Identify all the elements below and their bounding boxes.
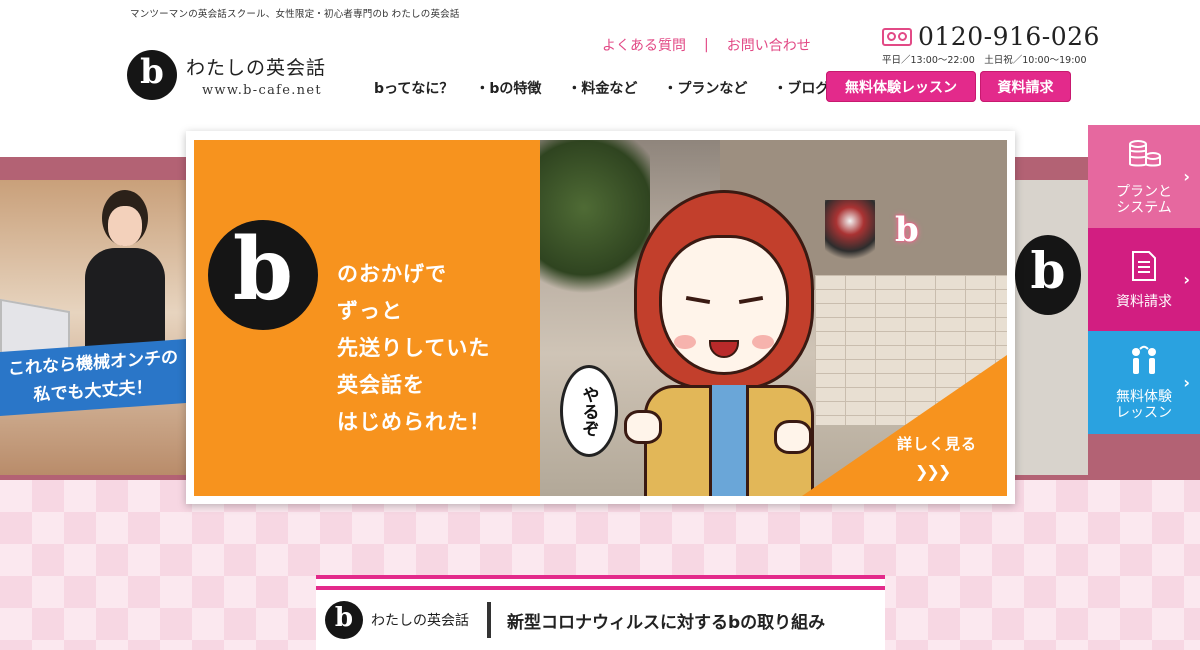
hero-slide[interactable]: b のおかげで ずっと 先送りしていた 英会話を はじめられた！ b やるぞ 詳… [186, 131, 1015, 504]
speech-bubble: やるぞ [560, 365, 618, 457]
side-menu-docs-label: 資料請求 [1116, 293, 1172, 310]
document-icon [1130, 250, 1158, 288]
notice-divider [487, 602, 491, 638]
side-menu-plans-label: プランと システム [1116, 183, 1172, 216]
cartoon-character [624, 180, 824, 496]
neon-sign: b [895, 210, 919, 250]
nav-item-pricing[interactable]: ・料金など [567, 78, 637, 98]
request-docs-button[interactable]: 資料請求 [980, 71, 1071, 102]
utility-links: よくある質問 | お問い合わせ [602, 35, 811, 55]
freedial-icon [882, 27, 912, 46]
chevron-right-icon: › [1183, 373, 1190, 392]
main-nav: bってなに？ ・bの特徴 ・料金など ・プランなど ・ブログ [374, 78, 855, 98]
tagline: マンツーマンの英会話スクール、女性限定・初心者専門のb わたしの英会話 [130, 9, 460, 20]
free-trial-button[interactable]: 無料体験レッスン [826, 71, 976, 102]
logo-name: わたしの英会話 [186, 56, 327, 79]
flower-vase [825, 200, 875, 270]
side-menu-plans[interactable]: プランと システム › [1088, 125, 1200, 228]
chevrons-right-icon: ❯❯❯ [915, 462, 951, 481]
notice-banner[interactable]: b わたしの英会話 新型コロナウィルスに対するbの取り組み [316, 575, 885, 650]
side-menu: プランと システム › 資料請求 › 無料体験 レッスン › [1088, 125, 1200, 434]
hero-copy: のおかげで ずっと 先送りしていた 英会話を はじめられた！ [337, 262, 491, 434]
nav-item-blog[interactable]: ・ブログ [773, 78, 829, 98]
phone-number[interactable]: 0120-916-026 [918, 22, 1100, 51]
next-slide-logo-mark: b [1015, 235, 1081, 315]
see-more-link[interactable]: 詳しく見る [897, 433, 977, 454]
side-menu-trial-label: 無料体験 レッスン [1116, 388, 1172, 421]
notice-logo-mark: b [325, 601, 363, 639]
notice-title[interactable]: 新型コロナウィルスに対するbの取り組み [507, 608, 825, 633]
logo-url: www.b-cafe.net [202, 82, 322, 98]
nav-item-about[interactable]: bってなに？ [374, 78, 453, 98]
people-icon [1126, 345, 1162, 383]
side-menu-docs[interactable]: 資料請求 › [1088, 228, 1200, 331]
slide-next-preview[interactable]: b [1015, 180, 1088, 475]
contact-link[interactable]: お問い合わせ [727, 35, 811, 55]
instructor-photo [80, 190, 170, 368]
phone-hours: 平日／13:00～22:00 土日祝／10:00～19:00 [882, 55, 1087, 66]
nav-item-plans[interactable]: ・プランなど [663, 78, 747, 98]
side-menu-trial[interactable]: 無料体験 レッスン › [1088, 331, 1200, 434]
coins-icon [1124, 138, 1164, 178]
logo-mark: b [127, 50, 177, 100]
notice-logo-text: わたしの英会話 [371, 613, 469, 629]
hero-photo: b やるぞ 詳しく見る ❯❯❯ [540, 140, 1007, 496]
hero-copy-panel: b のおかげで ずっと 先送りしていた 英会話を はじめられた！ [194, 140, 540, 496]
slide-prev-preview[interactable] [0, 180, 186, 475]
chevron-right-icon: › [1183, 167, 1190, 186]
phone-block: 0120-916-026 平日／13:00～22:00 土日祝／10:00～19… [882, 22, 1100, 66]
chevron-right-icon: › [1183, 270, 1190, 289]
nav-item-features[interactable]: ・bの特徴 [475, 78, 541, 98]
hero-logo-mark: b [208, 219, 318, 330]
more-corner [802, 355, 1007, 496]
prev-slide-banner: これなら機械オンチの 私でも大丈夫！ [0, 338, 186, 416]
site-logo[interactable]: b わたしの英会話 www.b-cafe.net [127, 50, 326, 100]
util-separator: | [704, 37, 709, 53]
faq-link[interactable]: よくある質問 [602, 35, 686, 55]
